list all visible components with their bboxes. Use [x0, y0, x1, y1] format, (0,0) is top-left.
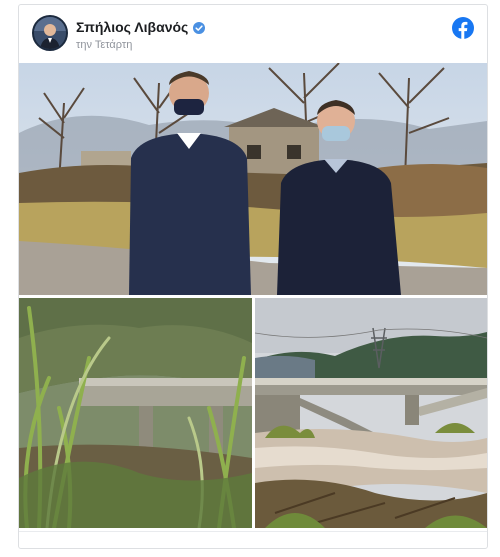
facebook-logo-icon[interactable]: [452, 17, 474, 39]
author-row: Σπήλιος Λιβανός: [76, 18, 206, 36]
post-photo-bridge-reeds[interactable]: [19, 298, 252, 528]
author-name[interactable]: Σπήλιος Λιβανός: [76, 19, 188, 35]
post-photo-collapsed-bridge[interactable]: [255, 298, 487, 528]
post-photo-main[interactable]: [19, 63, 487, 295]
post-header: Σπήλιος Λιβανός την Τετάρτη: [19, 5, 487, 63]
author-avatar[interactable]: [32, 15, 68, 51]
verified-badge-icon: [193, 21, 206, 34]
post-card: Σπήλιος Λιβανός την Τετάρτη: [18, 4, 488, 549]
card-divider: [19, 531, 487, 532]
post-timestamp[interactable]: την Τετάρτη: [76, 39, 132, 51]
